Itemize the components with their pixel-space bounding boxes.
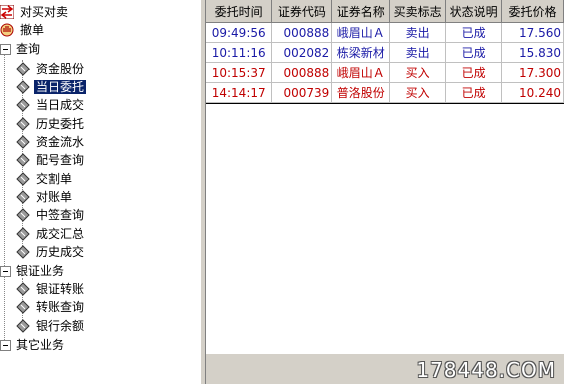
collapse-icon[interactable]	[0, 340, 11, 351]
cell-price: 15.830	[501, 42, 564, 63]
cell-price: 17.300	[501, 62, 564, 83]
tree-item-cancel-order[interactable]: 撤单	[0, 21, 46, 39]
tree-item-bank-transfer[interactable]: 银证转账	[16, 280, 86, 298]
tree-item-label: 银证业务	[16, 264, 65, 278]
tree-item-label: 查询	[16, 42, 41, 56]
cell-status: 已成	[445, 42, 503, 63]
column-header-stock-code[interactable]: 证券代码	[271, 0, 333, 23]
diamond-icon	[16, 62, 30, 76]
tree-item-bank-balance[interactable]: 银行余额	[16, 317, 86, 335]
cell-name: 普洛股份	[331, 82, 391, 103]
tree-item-lottery-query[interactable]: 中签查询	[16, 206, 86, 224]
tree-item-buy-sell[interactable]: 对买对卖	[0, 3, 70, 21]
tree-item-label: 交割单	[36, 172, 73, 186]
status-area: 178448.COM	[206, 354, 564, 384]
cell-name: 峨眉山Ａ	[331, 62, 391, 83]
cell-side: 买入	[389, 62, 447, 83]
diamond-icon	[16, 319, 30, 333]
tree-item-label: 当日成交	[36, 98, 85, 112]
tree-item-allotment-query[interactable]: 配号查询	[16, 151, 86, 169]
diamond-icon	[16, 117, 30, 131]
diamond-icon	[16, 300, 30, 314]
tree-item-label: 中签查询	[36, 208, 85, 222]
tree-item-trade-summary[interactable]: 成交汇总	[16, 225, 86, 243]
cell-time: 10:15:37	[206, 62, 273, 83]
column-header-status[interactable]: 状态说明	[445, 0, 503, 23]
tree-item-label: 银证转账	[36, 282, 85, 296]
tree-item-today-orders[interactable]: 当日委托	[16, 78, 87, 96]
cell-time: 14:14:17	[206, 82, 273, 103]
diamond-icon	[16, 227, 30, 241]
cell-code: 002082	[271, 42, 333, 63]
tree-item-label: 转账查询	[36, 300, 85, 314]
table-row[interactable]: 10:11:16 002082 栋梁新材 卖出 已成 15.830	[206, 42, 564, 63]
tree-item-funds-shares[interactable]: 资金股份	[16, 60, 86, 78]
tree-item-history-trades[interactable]: 历史成交	[16, 243, 86, 261]
watermark: 178448.COM	[416, 358, 556, 382]
cell-time: 09:49:56	[206, 22, 273, 43]
diamond-icon	[16, 282, 30, 296]
diamond-icon	[16, 80, 30, 94]
tree-item-label: 撤单	[20, 23, 45, 37]
table-header-row: 委托时间 证券代码 证券名称 买卖标志 状态说明 委托价格	[206, 0, 564, 23]
orders-table: 委托时间 证券代码 证券名称 买卖标志 状态说明 委托价格 09:49:56 0…	[206, 0, 564, 103]
orders-grid: 委托时间 证券代码 证券名称 买卖标志 状态说明 委托价格 09:49:56 0…	[206, 0, 564, 354]
table-row[interactable]: 10:15:37 000888 峨眉山Ａ 买入 已成 17.300	[206, 62, 564, 83]
table-row[interactable]: 09:49:56 000888 峨眉山Ａ 卖出 已成 17.560	[206, 22, 564, 43]
grid-divider	[206, 103, 564, 104]
cell-code: 000739	[271, 82, 333, 103]
cell-time: 10:11:16	[206, 42, 273, 63]
tree-item-label: 配号查询	[36, 153, 85, 167]
diamond-icon	[16, 153, 30, 167]
tree-item-label: 对账单	[36, 190, 73, 204]
tree-item-transfer-query[interactable]: 转账查询	[16, 298, 86, 316]
tree-item-label: 当日委托	[34, 80, 87, 94]
column-header-side[interactable]: 买卖标志	[389, 0, 447, 23]
tree-item-label: 资金流水	[36, 135, 85, 149]
tree-item-label: 其它业务	[16, 338, 65, 352]
cell-name: 峨眉山Ａ	[331, 22, 391, 43]
cell-side: 买入	[389, 82, 447, 103]
tree-item-label: 成交汇总	[36, 227, 85, 241]
tree-item-label: 对买对卖	[20, 5, 69, 19]
cell-status: 已成	[445, 22, 503, 43]
diamond-icon	[16, 135, 30, 149]
cell-side: 卖出	[389, 42, 447, 63]
cell-status: 已成	[445, 82, 503, 103]
buy-sell-icon	[0, 5, 14, 19]
tree-item-history-orders[interactable]: 历史委托	[16, 115, 86, 133]
cell-name: 栋梁新材	[331, 42, 391, 63]
tree-item-label: 历史委托	[36, 117, 85, 131]
tree-item-label: 银行余额	[36, 319, 85, 333]
tree-guide-line	[4, 52, 5, 342]
cell-side: 卖出	[389, 22, 447, 43]
tree-item-label: 资金股份	[36, 62, 85, 76]
diamond-icon	[16, 208, 30, 222]
tree-item-fund-flow[interactable]: 资金流水	[16, 133, 86, 151]
tree-folder-query[interactable]: 查询	[0, 40, 42, 58]
tree-folder-bank-securities[interactable]: 银证业务	[0, 262, 66, 280]
table-row[interactable]: 14:14:17 000739 普洛股份 买入 已成 10.240	[206, 82, 564, 103]
column-header-order-time[interactable]: 委托时间	[206, 0, 273, 23]
tree-item-label: 历史成交	[36, 245, 85, 259]
collapse-icon[interactable]	[0, 44, 11, 55]
tree-folder-other[interactable]: 其它业务	[0, 336, 66, 354]
function-tree: 对买对卖 撤单 查询 资金股份 当日委托 当日成交 历史委托 资金流水 配号查询…	[0, 0, 200, 384]
collapse-icon[interactable]	[0, 266, 11, 277]
tree-item-delivery-note[interactable]: 交割单	[16, 170, 74, 188]
column-header-price[interactable]: 委托价格	[501, 0, 564, 23]
tree-item-today-trades[interactable]: 当日成交	[16, 96, 86, 114]
cell-price: 17.560	[501, 22, 564, 43]
cell-code: 000888	[271, 22, 333, 43]
cancel-hand-icon	[0, 23, 14, 37]
diamond-icon	[16, 98, 30, 112]
diamond-icon	[16, 245, 30, 259]
column-header-stock-name[interactable]: 证券名称	[331, 0, 391, 23]
cell-status: 已成	[445, 62, 503, 83]
diamond-icon	[16, 190, 30, 204]
cell-price: 10.240	[501, 82, 564, 103]
cell-code: 000888	[271, 62, 333, 83]
tree-item-statement[interactable]: 对账单	[16, 188, 74, 206]
diamond-icon	[16, 172, 30, 186]
